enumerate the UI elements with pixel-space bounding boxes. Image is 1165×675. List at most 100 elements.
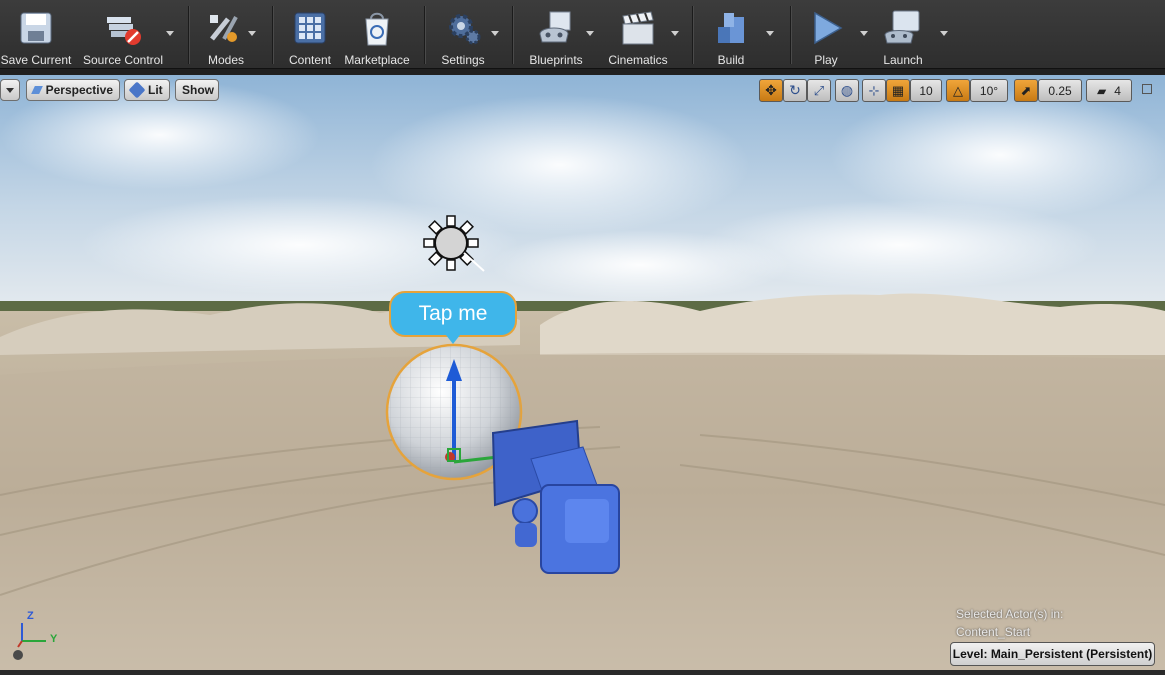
toolbar-separator xyxy=(188,6,189,64)
source-control-button[interactable]: Source Control xyxy=(78,0,168,68)
launch-icon xyxy=(883,8,923,48)
toolbar-separator xyxy=(692,6,693,64)
source-control-label: Source Control xyxy=(82,53,164,67)
world-local-toggle[interactable]: ◍ xyxy=(835,79,859,102)
content-icon xyxy=(290,8,330,48)
grid-snap-value[interactable]: 10 xyxy=(910,79,942,102)
save-icon xyxy=(16,8,56,48)
bubble-tail xyxy=(446,335,460,344)
main-toolbar: Save Current Source Control Modes Conten… xyxy=(0,0,1165,69)
save-current-label: Save Current xyxy=(0,53,72,67)
axis-z-label: Z xyxy=(27,610,34,622)
toolbar-separator xyxy=(424,6,425,64)
selected-actors-line2: Content_Start xyxy=(956,625,1031,639)
toolbar-separator xyxy=(272,6,273,64)
scale-snap-value-label: 0.25 xyxy=(1048,83,1072,98)
axis-y-label: Y xyxy=(50,633,58,645)
play-label: Play xyxy=(814,53,838,67)
marketplace-label: Marketplace xyxy=(344,53,410,67)
lit-cube-icon xyxy=(128,81,146,99)
build-dropdown-arrow[interactable] xyxy=(766,31,774,36)
grid-icon: ▦ xyxy=(891,82,905,98)
perspective-icon xyxy=(31,86,43,94)
grid-snap-toggle[interactable]: ▦ xyxy=(886,79,910,102)
cinematics-dropdown-arrow[interactable] xyxy=(671,31,679,36)
translate-mode-button[interactable]: ✥ xyxy=(759,79,783,102)
modes-label: Modes xyxy=(207,53,245,67)
play-icon xyxy=(806,8,846,48)
rotation-snap-value-label: 10° xyxy=(979,83,999,98)
play-dropdown-arrow[interactable] xyxy=(860,31,868,36)
scale-snap-toggle[interactable]: ⬈ xyxy=(1014,79,1038,102)
maximize-viewport-icon[interactable] xyxy=(1142,84,1152,94)
surface-snapping-button[interactable]: ⊹ xyxy=(862,79,886,102)
gear-icon xyxy=(443,8,483,48)
viewport-options-dropdown[interactable] xyxy=(0,79,20,101)
marketplace-button[interactable]: Marketplace xyxy=(342,0,412,68)
launch-button[interactable]: Launch xyxy=(874,0,932,68)
source-control-dropdown-arrow[interactable] xyxy=(166,31,174,36)
modes-icon xyxy=(206,8,246,48)
level-viewport[interactable]: Z Y xyxy=(0,75,1165,673)
settings-dropdown-arrow[interactable] xyxy=(491,31,499,36)
clapperboard-icon xyxy=(618,8,658,48)
modes-dropdown-arrow[interactable] xyxy=(248,31,256,36)
selected-actors-info: Selected Actor(s) in: Content_Start xyxy=(956,605,1063,641)
camera-speed-value-label: 4 xyxy=(1114,83,1121,98)
marketplace-icon xyxy=(357,8,397,48)
modes-button[interactable]: Modes xyxy=(198,0,254,68)
show-button[interactable]: Show xyxy=(175,79,219,101)
move-arrows-icon: ✥ xyxy=(765,82,777,98)
perspective-label: Perspective xyxy=(45,83,113,97)
content-label: Content xyxy=(288,53,332,67)
level-label: Level: Main_Persistent (Persistent) xyxy=(952,647,1153,661)
settings-button[interactable]: Settings xyxy=(432,0,494,68)
grid-snap-value-label: 10 xyxy=(919,83,933,98)
tap-me-bubble[interactable]: Tap me xyxy=(389,291,517,337)
angle-icon: △ xyxy=(953,82,963,98)
axis-indicator xyxy=(13,623,46,660)
scale-icon: ⤢ xyxy=(813,82,825,98)
toolbar-separator xyxy=(790,6,791,64)
scale-arrow-icon: ⬈ xyxy=(1020,82,1032,98)
settings-label: Settings xyxy=(441,53,485,67)
toolbar-separator xyxy=(512,6,513,64)
camera-speed-button[interactable]: ▰ 4 xyxy=(1086,79,1132,102)
blueprints-label: Blueprints xyxy=(529,53,583,67)
cinematics-button[interactable]: Cinematics xyxy=(604,0,672,68)
chevron-down-icon xyxy=(6,87,14,93)
cinematics-label: Cinematics xyxy=(608,53,668,67)
rotation-snap-value[interactable]: 10° xyxy=(970,79,1008,102)
tap-me-label: Tap me xyxy=(418,302,488,325)
show-label: Show xyxy=(182,83,214,97)
selected-actors-line1: Selected Actor(s) in: xyxy=(956,607,1064,621)
rotate-mode-button[interactable]: ↻ xyxy=(783,79,807,102)
globe-icon: ◍ xyxy=(840,82,854,98)
blueprints-button[interactable]: Blueprints xyxy=(522,0,590,68)
build-button[interactable]: Build xyxy=(702,0,760,68)
lit-label: Lit xyxy=(148,83,163,97)
lit-button[interactable]: Lit xyxy=(124,79,170,101)
blueprints-dropdown-arrow[interactable] xyxy=(586,31,594,36)
camera-speed-icon: ▰ xyxy=(1097,83,1107,98)
source-control-icon xyxy=(103,8,143,48)
directional-light-icon[interactable] xyxy=(420,215,486,275)
build-label: Build xyxy=(717,53,745,67)
rotate-icon: ↻ xyxy=(789,82,801,98)
current-level-indicator[interactable]: Level: Main_Persistent (Persistent) xyxy=(950,642,1155,666)
scale-snap-value[interactable]: 0.25 xyxy=(1038,79,1082,102)
save-current-button[interactable]: Save Current xyxy=(0,0,72,68)
content-button[interactable]: Content xyxy=(282,0,338,68)
viewport-bottom-border xyxy=(0,670,1165,675)
rotation-snap-toggle[interactable]: △ xyxy=(946,79,970,102)
launch-label: Launch xyxy=(883,53,923,67)
perspective-button[interactable]: Perspective xyxy=(26,79,120,101)
blueprints-icon xyxy=(536,8,576,48)
camera-actor[interactable] xyxy=(485,419,630,579)
scene-render xyxy=(0,75,1165,673)
build-icon xyxy=(711,8,751,48)
play-button[interactable]: Play xyxy=(798,0,854,68)
surface-snap-icon: ⊹ xyxy=(868,82,880,98)
scale-mode-button[interactable]: ⤢ xyxy=(807,79,831,102)
launch-dropdown-arrow[interactable] xyxy=(940,31,948,36)
